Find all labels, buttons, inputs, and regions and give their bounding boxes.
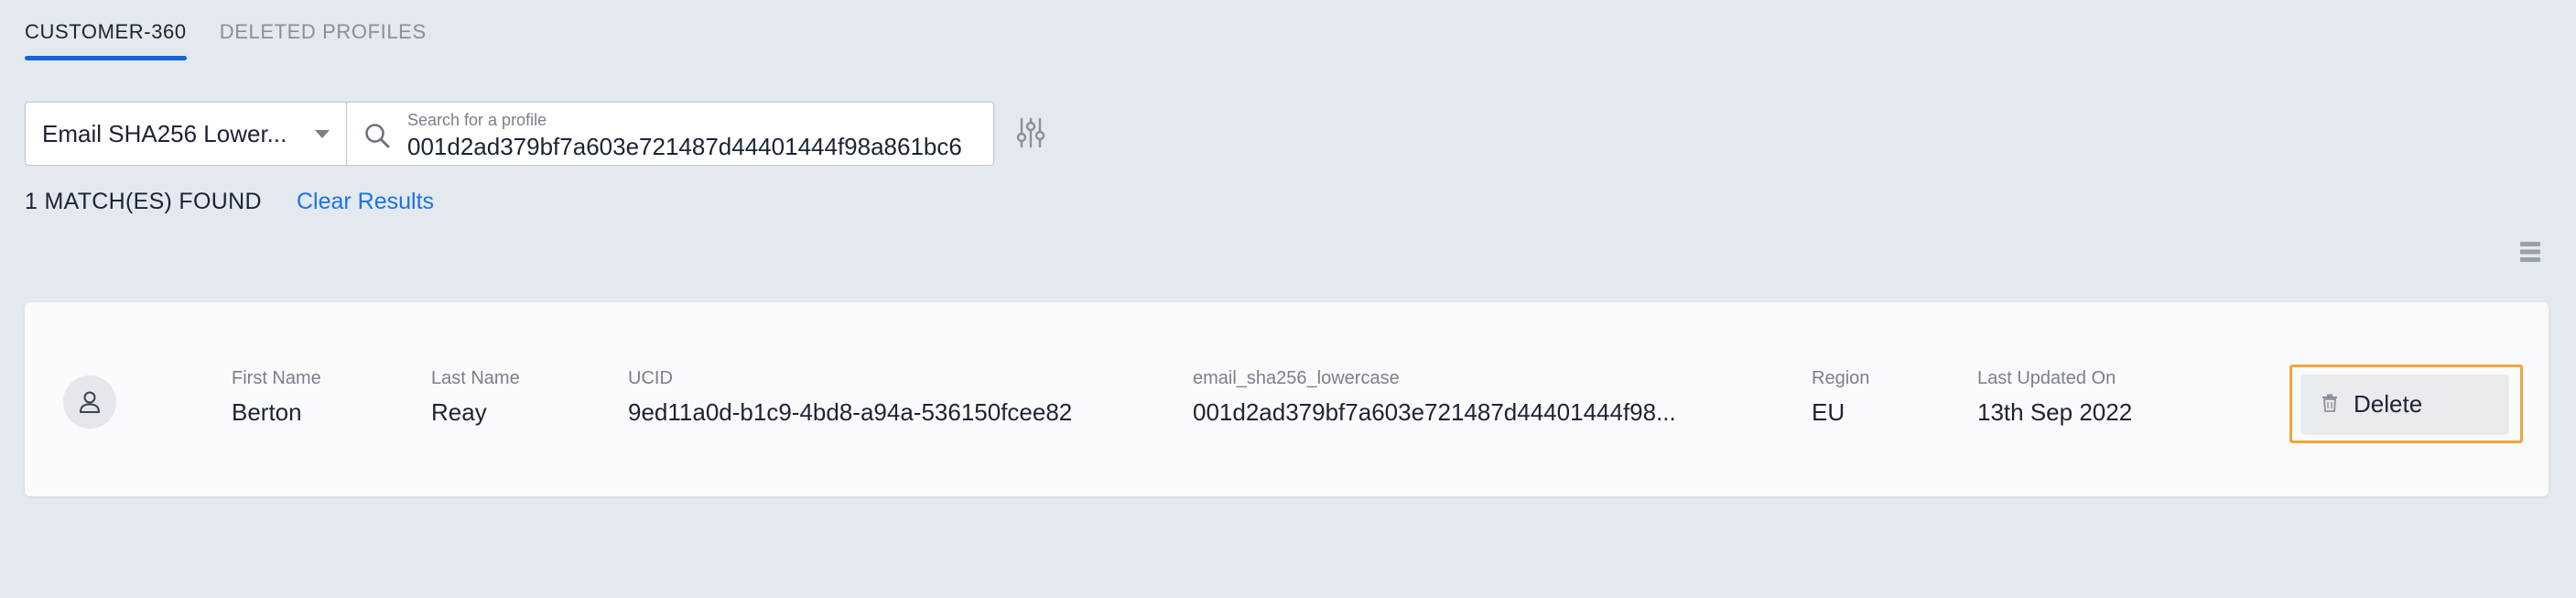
search-field[interactable]: Search for a profile bbox=[347, 102, 994, 166]
search-field-label: Search for a profile bbox=[407, 111, 547, 129]
field-email-sha256: email_sha256_lowercase 001d2ad379bf7a603… bbox=[1193, 368, 1676, 427]
delete-button-label: Delete bbox=[2354, 390, 2423, 418]
user-icon bbox=[80, 391, 100, 413]
delete-button[interactable]: Delete bbox=[2301, 375, 2508, 433]
field-value: EU bbox=[1812, 398, 1845, 426]
field-label: UCID bbox=[628, 368, 673, 388]
field-value: 9ed11a0d-b1c9-4bd8-a94a-536150fcee82 bbox=[628, 398, 1073, 426]
sliders-icon[interactable] bbox=[1014, 116, 1047, 149]
delete-button-focus-ring: Delete bbox=[2289, 364, 2523, 443]
identifier-type-select[interactable]: Email SHA256 Lower... bbox=[25, 102, 347, 166]
field-label: Region bbox=[1812, 368, 1870, 388]
search-input[interactable] bbox=[407, 133, 980, 160]
search-row: Email SHA256 Lower... Search for a profi… bbox=[25, 102, 994, 166]
clear-results-link[interactable]: Clear Results bbox=[297, 189, 434, 215]
tab-customer-360[interactable]: CUSTOMER-360 bbox=[25, 18, 187, 60]
field-last-name: Last Name Reay bbox=[431, 368, 520, 427]
field-region: Region EU bbox=[1812, 368, 1869, 427]
field-value: 13th Sep 2022 bbox=[1977, 398, 2133, 426]
avatar bbox=[63, 375, 116, 429]
field-label: email_sha256_lowercase bbox=[1193, 368, 1400, 388]
field-label: Last Updated On bbox=[1977, 368, 2116, 388]
trash-icon bbox=[2322, 394, 2337, 412]
field-label: Last Name bbox=[431, 368, 520, 388]
field-value: Berton bbox=[232, 398, 302, 426]
search-icon bbox=[365, 124, 390, 148]
list-view-icon[interactable] bbox=[2519, 240, 2541, 264]
tab-bar: CUSTOMER-360 DELETED PROFILES bbox=[25, 18, 427, 60]
profile-card[interactable]: First Name Berton Last Name Reay UCID 9e… bbox=[25, 302, 2549, 496]
identifier-type-value: Email SHA256 Lower... bbox=[42, 119, 287, 147]
match-count: 1 MATCH(ES) FOUND bbox=[25, 189, 262, 214]
field-value: 001d2ad379bf7a603e721487d44401444f98... bbox=[1193, 398, 1676, 426]
field-first-name: First Name Berton bbox=[232, 368, 321, 427]
field-last-updated: Last Updated On 13th Sep 2022 bbox=[1977, 368, 2132, 427]
field-label: First Name bbox=[232, 368, 321, 388]
caret-down-icon bbox=[315, 130, 330, 138]
field-ucid: UCID 9ed11a0d-b1c9-4bd8-a94a-536150fcee8… bbox=[628, 368, 1072, 427]
tab-deleted-profiles[interactable]: DELETED PROFILES bbox=[220, 18, 427, 60]
field-value: Reay bbox=[431, 398, 487, 426]
